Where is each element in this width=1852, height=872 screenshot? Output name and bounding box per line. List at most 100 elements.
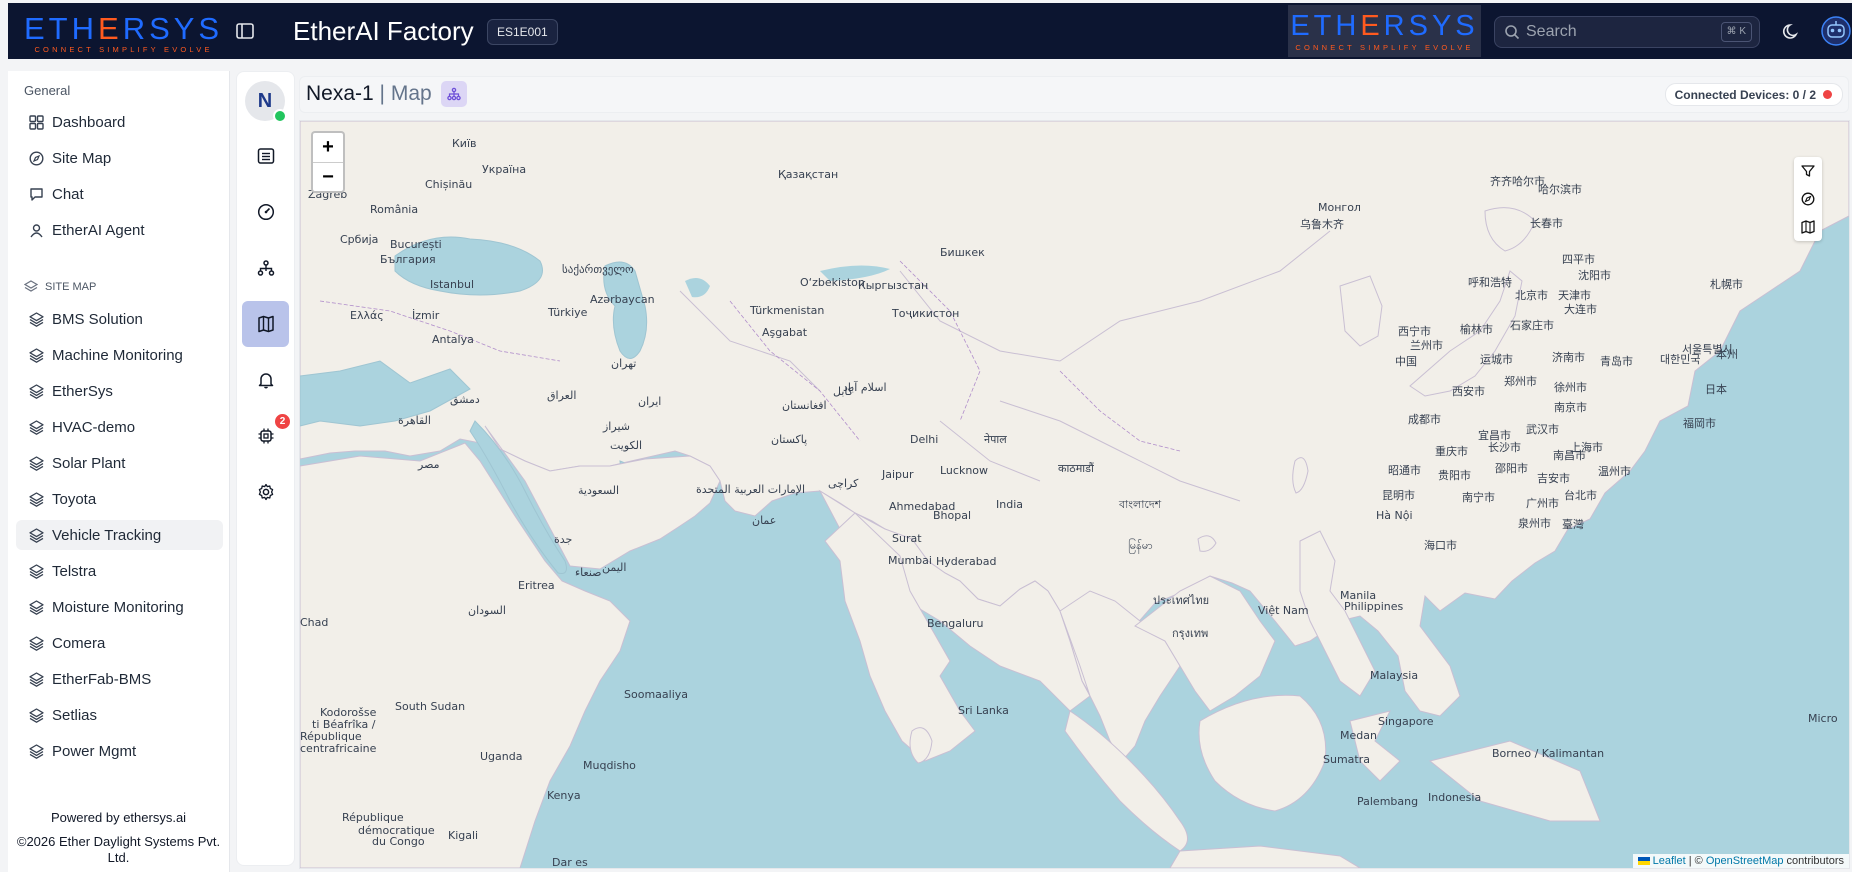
map-place-label: မြန်မာ — [1128, 539, 1153, 552]
map-place-label: Türkmenistan — [750, 304, 825, 317]
sidebar-item-label: Toyota — [52, 490, 97, 508]
sidebar-item-comera[interactable]: Comera — [16, 628, 223, 658]
page-name: Map — [390, 82, 432, 105]
map-place-label: 大连市 — [1564, 303, 1597, 316]
map-place-label: Chișinău — [425, 178, 473, 191]
moon-icon — [1782, 24, 1799, 39]
map-place-label: България — [380, 253, 436, 266]
map-place-label: Dar es — [552, 856, 588, 869]
sidebar-item-etherfab-bms[interactable]: EtherFab-BMS — [16, 664, 223, 694]
list-icon — [257, 148, 274, 164]
map-place-label: 齐齐哈尔市 — [1490, 175, 1545, 188]
powered-by: Powered by ethersys.ai — [50, 810, 187, 825]
osm-link[interactable]: OpenStreetMap — [1706, 855, 1784, 867]
sidebar-item-hvac-demo[interactable]: HVAC-demo — [16, 412, 223, 442]
dashboard-icon — [28, 114, 44, 130]
sidebar-item-setlias[interactable]: Setlias — [16, 700, 223, 730]
map-base-layer — [300, 121, 1849, 868]
layers-icon — [28, 311, 44, 327]
sidebar-item-label: EtherAI Agent — [52, 221, 145, 239]
map-place-label: 榆林市 — [1460, 323, 1493, 336]
leaflet-link[interactable]: Leaflet — [1653, 855, 1686, 867]
map-place-label: 昭通市 — [1388, 464, 1421, 477]
logo-wordmark: ETHERSYS — [24, 11, 224, 46]
map-place-label: 南昌市 — [1553, 449, 1586, 462]
map-place-label: 青岛市 — [1600, 355, 1633, 368]
sidebar-item-etherai-agent[interactable]: EtherAI Agent — [16, 215, 223, 245]
sidebar-toggle-button[interactable] — [234, 21, 256, 41]
title-separator: | — [379, 82, 386, 105]
ukraine-flag-icon — [1637, 857, 1650, 866]
gauge-icon — [257, 203, 274, 221]
map-place-label: Hà Nội — [1376, 509, 1413, 522]
copyright-line-1: ©2026 Ether Daylight Systems Pvt. — [16, 834, 221, 849]
layers-icon — [28, 455, 44, 471]
map-view[interactable]: Київ Україна Chișinău România Zagreb Bucureșt… — [299, 120, 1850, 869]
ai-assistant-button[interactable] — [1820, 15, 1852, 47]
rail-notifications-button[interactable] — [242, 357, 289, 403]
map-place-label: 温州市 — [1598, 465, 1631, 478]
map-place-label: Bhopal — [933, 509, 972, 522]
sidebar-item-dashboard[interactable]: Dashboard — [16, 107, 223, 137]
map-place-label: centrafricaine — [300, 742, 377, 755]
map-place-label: الإمارات العربية المتحدة — [696, 483, 806, 496]
sidebar-item-bms-solution[interactable]: BMS Solution — [16, 304, 223, 334]
sidebar-item-ethersys[interactable]: EtherSys — [16, 376, 223, 406]
map-place-label: 徐州市 — [1554, 381, 1587, 394]
connected-devices-status: Connected Devices: 0 / 2 — [1664, 83, 1843, 106]
map-place-label: Uganda — [480, 750, 523, 763]
site-code-badge[interactable]: ES1E001 — [487, 19, 558, 45]
map-place-label: صنعاء — [575, 566, 602, 579]
rail-gauge-button[interactable] — [242, 189, 289, 235]
top-bar: ETHERSYS CONNECT SIMPLIFY EVOLVE EtherAI… — [8, 3, 1852, 59]
layers-icon — [28, 383, 44, 399]
rail-map-button[interactable] — [242, 301, 289, 347]
map-place-label: 武汉市 — [1526, 423, 1559, 436]
map-place-label: Bengaluru — [927, 617, 984, 630]
theme-toggle-button[interactable] — [1781, 20, 1803, 42]
search-input[interactable]: Search ⌘ K — [1494, 16, 1760, 48]
map-layers-button[interactable] — [1794, 213, 1822, 241]
sidebar-item-vehicle-tracking[interactable]: Vehicle Tracking — [16, 520, 223, 550]
zoom-out-button[interactable]: − — [313, 162, 343, 192]
sidebar-item-chat[interactable]: Chat — [16, 179, 223, 209]
page-header: Nexa-1 | Map Connected Devices: 0 / 2 — [299, 76, 1849, 113]
ethersys-logo[interactable]: ETHERSYS CONNECT SIMPLIFY EVOLVE — [24, 13, 223, 54]
map-place-label: Türkiye — [548, 306, 588, 319]
map-place-label: الكويت — [610, 439, 643, 452]
map-navigate-button[interactable] — [1794, 185, 1822, 213]
zoom-in-button[interactable]: + — [313, 133, 343, 162]
map-place-label: București — [390, 238, 442, 251]
hierarchy-view-button[interactable] — [441, 81, 467, 107]
sidebar-item-machine-monitoring[interactable]: Machine Monitoring — [16, 340, 223, 370]
map-place-label: 福岡市 — [1683, 417, 1716, 430]
map-place-label: Mumbai — [888, 554, 932, 567]
map-place-label: العراق — [547, 389, 577, 402]
sidebar-item-solar-plant[interactable]: Solar Plant — [16, 448, 223, 478]
site-map-section-label: SITE MAP — [24, 280, 96, 294]
search-shortcut: ⌘ K — [1720, 22, 1752, 42]
chat-icon — [28, 186, 44, 202]
rail-hierarchy-button[interactable] — [242, 245, 289, 291]
map-place-label: 运城市 — [1480, 353, 1513, 366]
sidebar-item-power-mgmt[interactable]: Power Mgmt — [16, 736, 223, 766]
sidebar-item-toyota[interactable]: Toyota — [16, 484, 223, 514]
map-place-label: 泉州市 — [1518, 517, 1551, 530]
layers-icon — [28, 707, 44, 723]
attribution-contributors: contributors — [1783, 855, 1844, 867]
map-place-label: السودان — [468, 604, 506, 617]
sidebar-item-moisture-monitoring[interactable]: Moisture Monitoring — [16, 592, 223, 622]
rail-settings-button[interactable] — [242, 469, 289, 515]
map-place-label: 兰州市 — [1410, 339, 1443, 352]
sidebar-item-telstra[interactable]: Telstra — [16, 556, 223, 586]
rail-list-button[interactable] — [242, 133, 289, 179]
copyright-line-2: Ltd. — [107, 850, 130, 865]
sidebar-item-label: Power Mgmt — [52, 742, 137, 760]
map-place-label: Borneo / Kalimantan — [1492, 747, 1605, 760]
map-filter-button[interactable] — [1794, 157, 1822, 185]
map-place-label: Surat — [892, 532, 922, 545]
sidebar-item-site-map[interactable]: Site Map — [16, 143, 223, 173]
map-place-label: India — [996, 498, 1023, 511]
map-place-label: 呼和浩特 — [1468, 276, 1512, 289]
map-place-label: Aşgabat — [762, 326, 808, 339]
